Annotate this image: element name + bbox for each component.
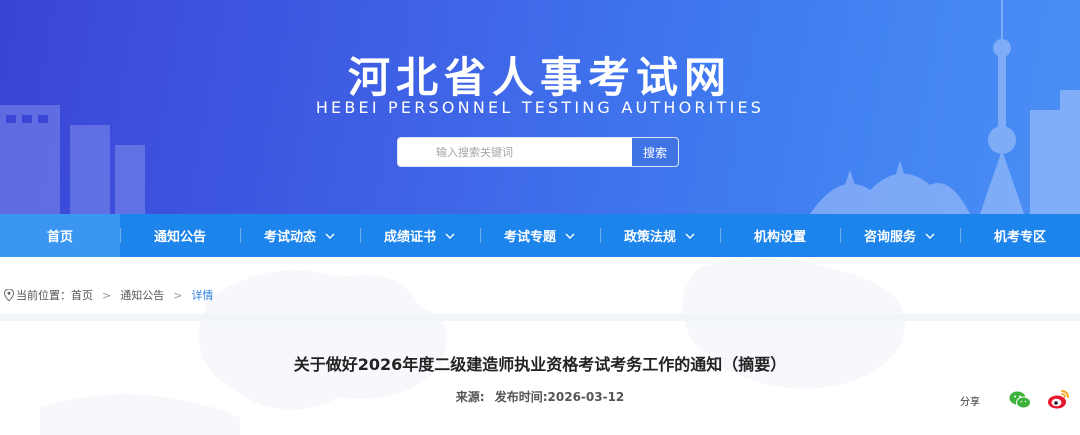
search-input[interactable] (398, 138, 633, 166)
wechat-icon[interactable] (1008, 388, 1032, 412)
nav-item-label: 首页 (46, 230, 73, 245)
nav-item-home[interactable]: 首页 (0, 214, 120, 257)
nav-item-label: 咨询服务 (863, 230, 916, 245)
share-label: 分享 (960, 396, 980, 408)
share-bar: 分享 (960, 388, 1070, 412)
header-banner: 河北省人事考试网 HEBEI PERSONNEL TESTING AUTHORI… (0, 0, 1080, 214)
breadcrumb-prefix: 当前位置： (16, 289, 71, 302)
nav-item-label: 成绩证书 (383, 230, 436, 245)
nav-item-label: 机考专区 (993, 230, 1046, 245)
nav-item-label: 政策法规 (623, 230, 676, 245)
article-date-label: 发布时间: (494, 390, 548, 404)
breadcrumb-separator: > (102, 288, 112, 302)
chevron-down-icon (325, 233, 335, 239)
map-watermark (40, 259, 905, 435)
weibo-icon[interactable] (1046, 388, 1070, 412)
nav-item-organization[interactable]: 机构设置 (720, 214, 840, 257)
breadcrumb-home-link[interactable]: 首页 (71, 287, 93, 303)
nav-item-label: 考试动态 (263, 230, 316, 245)
site-subtitle: HEBEI PERSONNEL TESTING AUTHORITIES (315, 98, 765, 117)
nav-item-label: 机构设置 (753, 230, 806, 245)
breadcrumb: 当前位置： 首页 > 通知公告 > 详情 (4, 287, 213, 303)
content-area (0, 257, 1080, 435)
nav-item-policies[interactable]: 政策法规 (600, 214, 720, 257)
site-title: 河北省人事考试网 (347, 53, 732, 102)
nav-item-scores-certificates[interactable]: 成绩证书 (360, 214, 480, 257)
chevron-down-icon (565, 233, 575, 239)
chevron-down-icon (445, 233, 455, 239)
nav-item-label: 考试专题 (503, 230, 556, 245)
nav-item-label: 通知公告 (153, 230, 206, 245)
location-pin-icon (4, 289, 14, 301)
article-meta: 来源: 发布时间:2026-03-12 (0, 388, 1080, 405)
nav-item-notices[interactable]: 通知公告 (120, 214, 240, 257)
chevron-down-icon (685, 233, 695, 239)
nav-item-exam-news[interactable]: 考试动态 (240, 214, 360, 257)
section-divider (0, 314, 1080, 321)
search-box: 搜索 (397, 137, 679, 167)
breadcrumb-current: 详情 (191, 289, 214, 302)
nav-item-computer-exam[interactable]: 机考专区 (960, 214, 1080, 257)
breadcrumb-notices-link[interactable]: 通知公告 (120, 287, 164, 303)
article-date: 2026-03-12 (547, 390, 625, 404)
nav-item-exam-topics[interactable]: 考试专题 (480, 214, 600, 257)
article-title: 关于做好2026年度二级建造师执业资格考试考务工作的通知（摘要） (293, 355, 787, 374)
search-button[interactable]: 搜索 (632, 138, 678, 166)
chevron-down-icon (925, 233, 935, 239)
main-nav: 首页 通知公告 考试动态 成绩证书 考试专题 政策法规 机构设置 咨询服务 机考… (0, 214, 1080, 257)
breadcrumb-separator: > (173, 288, 183, 302)
article-source-label: 来源: (455, 390, 485, 404)
nav-item-consulting[interactable]: 咨询服务 (840, 214, 960, 257)
